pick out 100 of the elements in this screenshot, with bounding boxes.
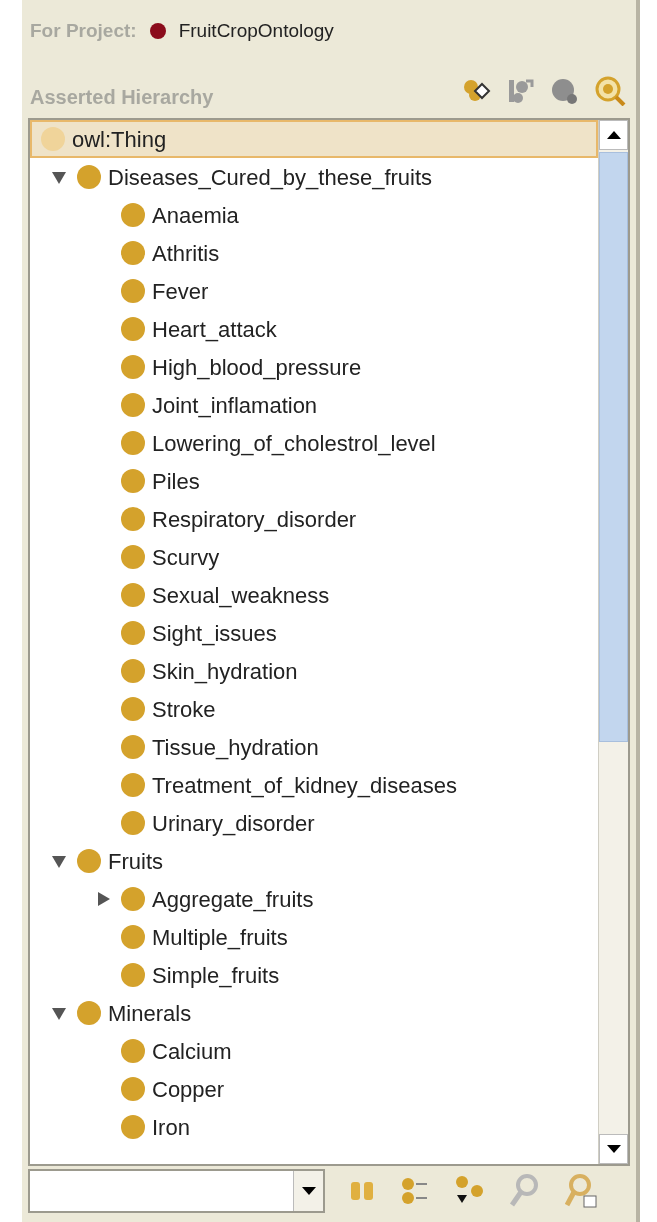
class-icon bbox=[120, 962, 146, 988]
expanded-arrow-icon[interactable] bbox=[51, 853, 67, 869]
tree-row[interactable]: High_blood_pressure bbox=[30, 348, 598, 386]
class-label: Aggregate_fruits bbox=[152, 885, 314, 914]
class-label: Urinary_disorder bbox=[152, 809, 315, 838]
class-icon bbox=[76, 1000, 102, 1026]
tree-row[interactable]: Anaemia bbox=[30, 196, 598, 234]
tree-row[interactable]: Scurvy bbox=[30, 538, 598, 576]
class-icon bbox=[120, 658, 146, 684]
tree-row[interactable]: Fever bbox=[30, 272, 598, 310]
project-label: For Project: bbox=[30, 18, 137, 43]
down-arrow-icon bbox=[606, 1145, 621, 1153]
tree-row[interactable]: Heart_attack bbox=[30, 310, 598, 348]
tree-row[interactable]: owl:Thing bbox=[30, 120, 598, 158]
class-label: Diseases_Cured_by_these_fruits bbox=[108, 163, 433, 192]
class-label: Scurvy bbox=[152, 543, 220, 572]
class-icon bbox=[120, 1076, 146, 1102]
tree-row[interactable]: Skin_hydration bbox=[30, 652, 598, 690]
class-icon bbox=[120, 582, 146, 608]
tree-row[interactable]: Iron bbox=[30, 1108, 598, 1146]
class-icon bbox=[120, 506, 146, 532]
class-icon bbox=[120, 392, 146, 418]
tree-row[interactable]: Diseases_Cured_by_these_fruits bbox=[30, 158, 598, 196]
project-icon bbox=[148, 22, 167, 40]
class-icon bbox=[120, 240, 146, 266]
class-icon bbox=[76, 164, 102, 190]
class-label: Piles bbox=[152, 467, 200, 496]
class-label: Sexual_weakness bbox=[152, 581, 330, 610]
class-label: owl:Thing bbox=[72, 125, 167, 154]
tree-row[interactable]: Treatment_of_kidney_diseases bbox=[30, 766, 598, 804]
class-label: Calcium bbox=[152, 1037, 232, 1066]
class-icon bbox=[120, 772, 146, 798]
class-label: Stroke bbox=[152, 695, 216, 724]
tree-row[interactable]: Sight_issues bbox=[30, 614, 598, 652]
tree-row[interactable]: Minerals bbox=[30, 994, 598, 1032]
class-icon bbox=[40, 126, 66, 152]
dropdown-arrow-icon[interactable] bbox=[301, 1187, 316, 1195]
class-label: Multiple_fruits bbox=[152, 923, 288, 952]
tree-row[interactable]: Multiple_fruits bbox=[30, 918, 598, 956]
tree-row[interactable]: Piles bbox=[30, 462, 598, 500]
tree-row[interactable]: Urinary_disorder bbox=[30, 804, 598, 842]
expanded-arrow-icon[interactable] bbox=[51, 169, 67, 185]
tree-row[interactable]: Tissue_hydration bbox=[30, 728, 598, 766]
scroll-down-button[interactable] bbox=[599, 1134, 628, 1164]
tree-row[interactable]: Fruits bbox=[30, 842, 598, 880]
class-icon bbox=[120, 468, 146, 494]
hierarchy-title: Asserted Hierarchy bbox=[30, 85, 214, 110]
class-icon bbox=[120, 620, 146, 646]
class-label: Sight_issues bbox=[152, 619, 277, 648]
project-name: FruitCropOntology bbox=[178, 18, 334, 43]
class-icon bbox=[120, 354, 146, 380]
class-list-icon[interactable] bbox=[399, 1176, 429, 1206]
expanded-arrow-icon[interactable] bbox=[51, 1005, 67, 1021]
tree-row[interactable]: Aggregate_fruits bbox=[30, 880, 598, 918]
class-icon bbox=[120, 886, 146, 912]
tree-row[interactable]: Calcium bbox=[30, 1032, 598, 1070]
class-icon bbox=[120, 278, 146, 304]
search-icon[interactable] bbox=[594, 76, 626, 106]
class-icon bbox=[120, 544, 146, 570]
class-label: Lowering_of_cholestrol_level bbox=[152, 429, 436, 458]
search-combo-field[interactable] bbox=[28, 1169, 325, 1213]
tree-row[interactable]: Athritis bbox=[30, 234, 598, 272]
class-icon bbox=[120, 1038, 146, 1064]
tree-row[interactable]: Respiratory_disorder bbox=[30, 500, 598, 538]
class-icon bbox=[120, 1114, 146, 1140]
class-label: Minerals bbox=[108, 999, 192, 1028]
class-label: Fruits bbox=[108, 847, 163, 876]
class-label: Respiratory_disorder bbox=[152, 505, 357, 534]
tree-row[interactable]: Joint_inflamation bbox=[30, 386, 598, 424]
hierarchy-icon[interactable] bbox=[506, 77, 536, 105]
class-label: High_blood_pressure bbox=[152, 353, 362, 382]
tree-row[interactable]: Simple_fruits bbox=[30, 956, 598, 994]
scrollbar[interactable] bbox=[598, 120, 628, 1164]
tree-row[interactable]: Stroke bbox=[30, 690, 598, 728]
class-icon bbox=[120, 734, 146, 760]
class-label: Simple_fruits bbox=[152, 961, 280, 990]
class-icon bbox=[120, 202, 146, 228]
class-icon bbox=[76, 848, 102, 874]
create-class-icon[interactable] bbox=[462, 78, 492, 104]
tree-row[interactable]: Copper bbox=[30, 1070, 598, 1108]
tree-row[interactable]: Lowering_of_cholestrol_level bbox=[30, 424, 598, 462]
class-label: Fever bbox=[152, 277, 209, 306]
scroll-up-button[interactable] bbox=[599, 120, 628, 150]
collapsed-arrow-icon[interactable] bbox=[95, 891, 111, 907]
class-icon bbox=[120, 316, 146, 342]
class-label: Copper bbox=[152, 1075, 225, 1104]
class-icon bbox=[120, 810, 146, 836]
class-label: Anaemia bbox=[152, 201, 239, 230]
class-icon bbox=[120, 430, 146, 456]
class-label: Heart_attack bbox=[152, 315, 277, 344]
class-label: Tissue_hydration bbox=[152, 733, 319, 762]
class-label: Treatment_of_kidney_diseases bbox=[152, 771, 457, 800]
class-icon bbox=[120, 696, 146, 722]
scroll-thumb[interactable] bbox=[599, 152, 628, 742]
tree-row[interactable]: Sexual_weakness bbox=[30, 576, 598, 614]
class-label: Athritis bbox=[152, 239, 220, 268]
class-label: Skin_hydration bbox=[152, 657, 298, 686]
class-label: Iron bbox=[152, 1113, 190, 1142]
class-icon bbox=[120, 924, 146, 950]
class-label: Joint_inflamation bbox=[152, 391, 318, 420]
